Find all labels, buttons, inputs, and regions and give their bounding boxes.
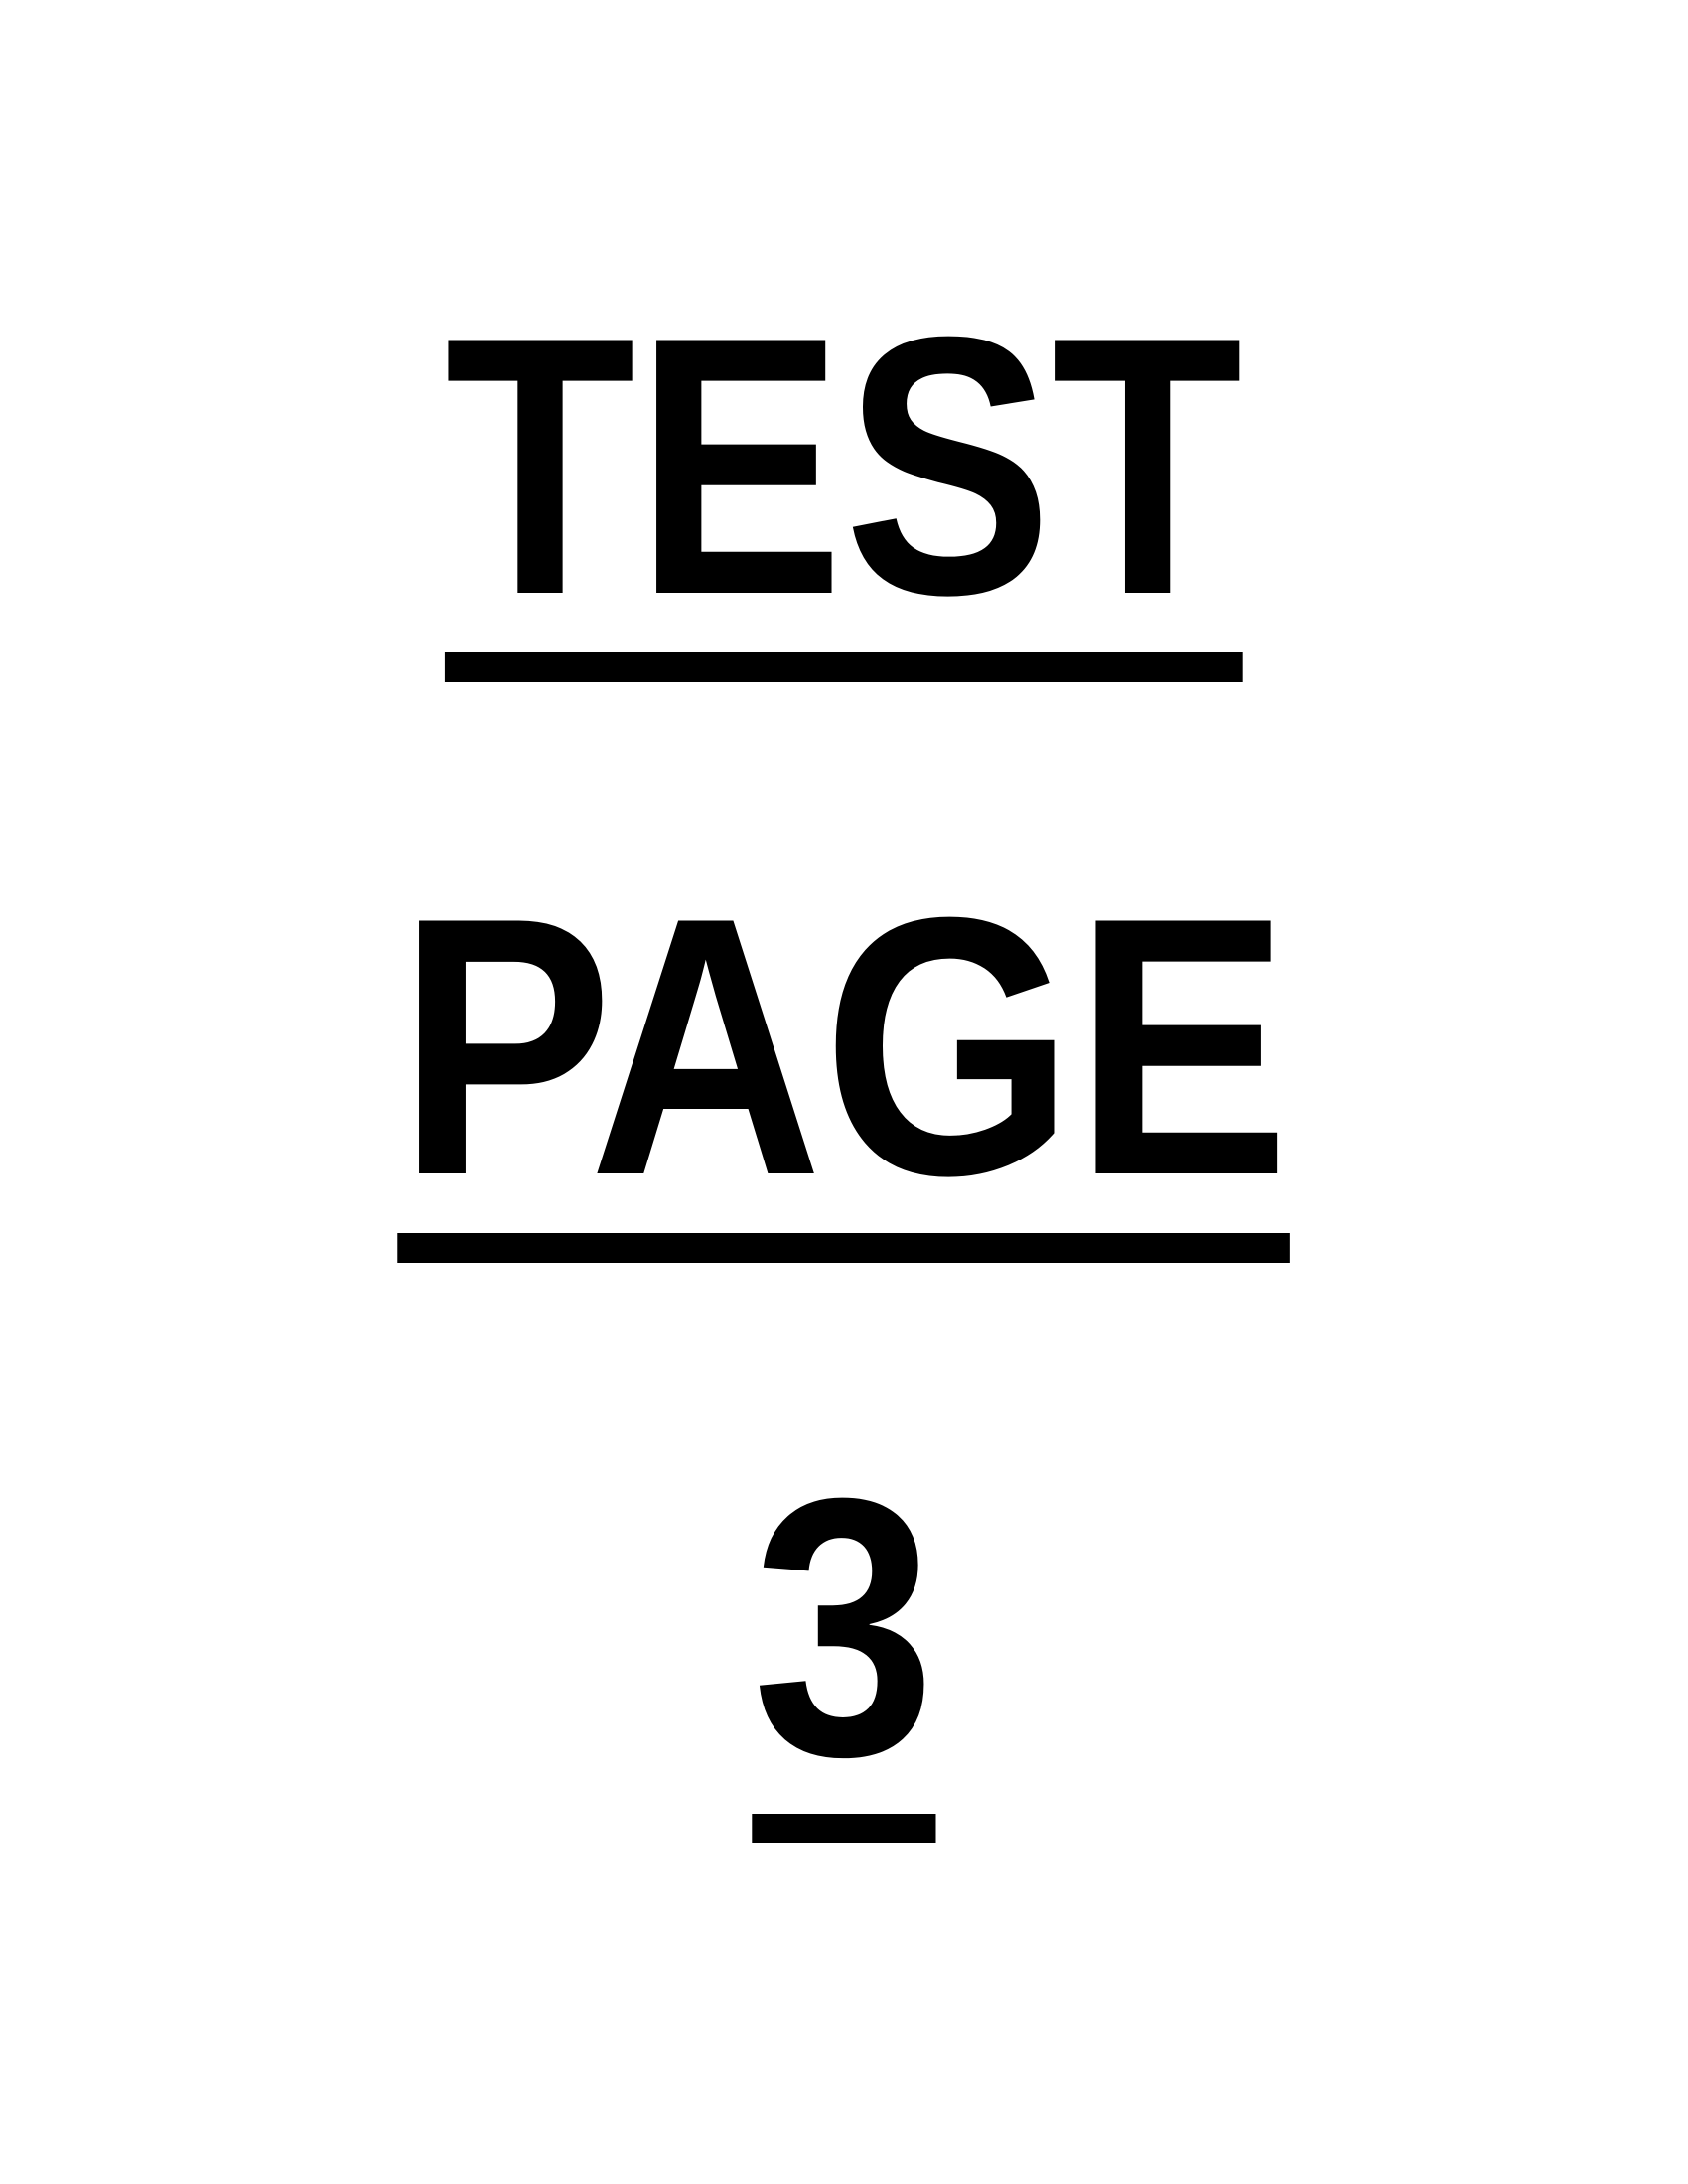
heading-line-test: TEST bbox=[0, 283, 1688, 650]
heading-text-test: TEST bbox=[445, 261, 1243, 671]
heading-line-page: PAGE bbox=[0, 864, 1688, 1231]
document-page: TEST PAGE 3 bbox=[0, 0, 1688, 2184]
page-number-text: 3 bbox=[752, 1423, 936, 1833]
heading-text-page: PAGE bbox=[397, 842, 1291, 1252]
page-number-line: 3 bbox=[0, 1444, 1688, 1812]
